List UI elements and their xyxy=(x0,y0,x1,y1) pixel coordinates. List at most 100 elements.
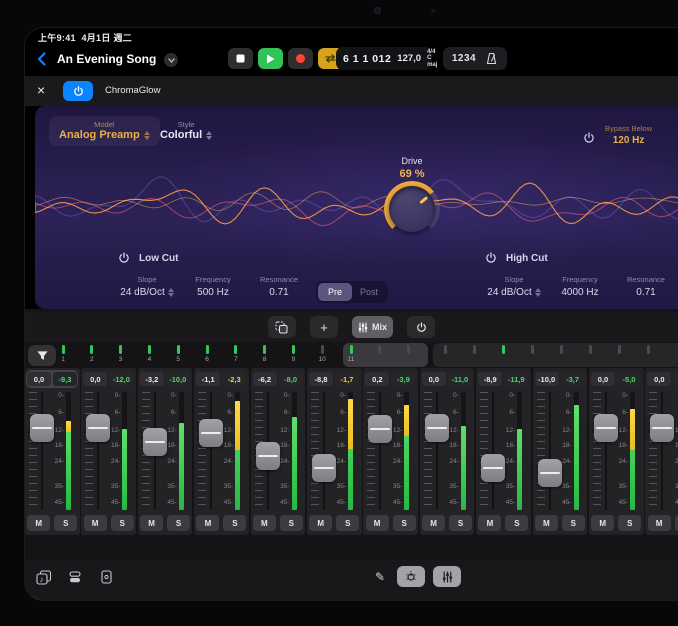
volume-value[interactable]: -3,2 xyxy=(140,372,164,386)
plugins-browser-icon[interactable] xyxy=(66,568,84,586)
song-title[interactable]: An Evening Song xyxy=(57,52,156,66)
bypass-power-icon[interactable] xyxy=(583,132,595,144)
solo-button[interactable]: S xyxy=(393,515,416,531)
loops-browser-icon[interactable]: ♪ xyxy=(35,568,53,586)
layers-button[interactable] xyxy=(268,316,296,338)
mute-button[interactable]: M xyxy=(591,515,614,531)
volume-value[interactable]: -8,9 xyxy=(478,372,502,386)
overview-tick[interactable]: 2 xyxy=(78,345,106,363)
back-button[interactable] xyxy=(33,51,49,67)
play-button[interactable] xyxy=(258,48,283,69)
fader-handle[interactable] xyxy=(481,454,505,482)
add-track-button[interactable]: + xyxy=(310,316,338,338)
low-cut-frequency[interactable]: Frequency 500 Hz xyxy=(184,275,242,298)
overview-tick[interactable]: 10 xyxy=(308,345,336,363)
mute-button[interactable]: M xyxy=(253,515,276,531)
volume-value[interactable]: 0,2 xyxy=(365,372,389,386)
overview-tick[interactable]: 5 xyxy=(164,345,192,363)
mix-button[interactable]: Mix xyxy=(352,316,393,338)
mute-button[interactable]: M xyxy=(140,515,163,531)
high-cut-slope[interactable]: Slope 24 dB/Oct xyxy=(485,275,543,298)
overview-tick[interactable] xyxy=(460,345,488,356)
overview-tick[interactable]: 7 xyxy=(222,345,250,363)
close-plugin-icon[interactable]: × xyxy=(37,82,45,98)
faders-view-button[interactable] xyxy=(433,566,461,587)
bypass-below-control[interactable]: Bypass Below 120 Hz xyxy=(605,124,652,146)
low-cut-power-icon[interactable] xyxy=(118,252,130,264)
high-cut-frequency[interactable]: Frequency 4000 Hz xyxy=(551,275,609,298)
solo-button[interactable]: S xyxy=(505,515,528,531)
mute-button[interactable]: M xyxy=(478,515,501,531)
level-control[interactable]: Level 0.0 xyxy=(665,124,678,146)
plugin-power-toggle[interactable] xyxy=(63,81,93,101)
fader-handle[interactable] xyxy=(199,419,223,447)
volume-value[interactable]: 0,0 xyxy=(422,372,446,386)
volume-value[interactable]: 0,0 xyxy=(83,372,107,386)
volume-value[interactable]: -6,2 xyxy=(253,372,277,386)
fader-handle[interactable] xyxy=(312,454,336,482)
style-selector[interactable]: Style Colorful xyxy=(160,120,212,141)
solo-button[interactable]: S xyxy=(562,515,585,531)
overview-tick[interactable]: 8 xyxy=(251,345,279,363)
mixer-power-button[interactable] xyxy=(407,316,435,338)
solo-button[interactable]: S xyxy=(336,515,359,531)
low-cut-resonance[interactable]: Resonance 0.71 xyxy=(250,275,308,298)
device-icon[interactable] xyxy=(97,568,115,586)
volume-value[interactable]: -1,1 xyxy=(196,372,220,386)
overview-tick[interactable] xyxy=(518,345,546,356)
volume-value[interactable]: 0,0 xyxy=(27,372,51,386)
solo-button[interactable]: S xyxy=(618,515,641,531)
drive-knob[interactable] xyxy=(389,186,435,232)
overview-tick[interactable]: 9 xyxy=(279,345,307,363)
post-button[interactable]: Post xyxy=(352,283,386,301)
solo-button[interactable]: S xyxy=(54,515,77,531)
solo-button[interactable]: S xyxy=(675,515,678,531)
fader-handle[interactable] xyxy=(256,442,280,470)
song-menu-chevron-icon[interactable] xyxy=(164,53,178,67)
overview-tick[interactable] xyxy=(605,345,633,356)
solo-button[interactable]: S xyxy=(449,515,472,531)
overview-tick[interactable]: 6 xyxy=(193,345,221,363)
fader-handle[interactable] xyxy=(594,414,618,442)
record-button[interactable] xyxy=(288,48,313,69)
model-selector[interactable]: Model Analog Preamp xyxy=(49,116,160,146)
overview-tick[interactable]: 1 xyxy=(49,345,77,363)
overview-tick[interactable]: 3 xyxy=(107,345,135,363)
controls-view-button[interactable] xyxy=(397,566,425,587)
overview-tick[interactable]: 11 xyxy=(337,345,365,363)
solo-button[interactable]: S xyxy=(167,515,190,531)
high-cut-power-icon[interactable] xyxy=(485,252,497,264)
mute-button[interactable]: M xyxy=(84,515,107,531)
overview-tick[interactable] xyxy=(576,345,604,356)
volume-value[interactable]: 0,0 xyxy=(647,372,671,386)
mute-button[interactable]: M xyxy=(422,515,445,531)
solo-button[interactable]: S xyxy=(223,515,246,531)
overview-tick[interactable] xyxy=(634,345,662,356)
fader-handle[interactable] xyxy=(143,428,167,456)
mute-button[interactable]: M xyxy=(309,515,332,531)
volume-value[interactable]: -10,0 xyxy=(535,372,559,386)
mute-button[interactable]: M xyxy=(366,515,389,531)
fader-handle[interactable] xyxy=(368,415,392,443)
fader-handle[interactable] xyxy=(30,414,54,442)
count-in-button[interactable]: 1234 xyxy=(452,53,476,64)
mute-button[interactable]: M xyxy=(196,515,219,531)
pre-button[interactable]: Pre xyxy=(318,283,352,301)
fader-handle[interactable] xyxy=(538,459,562,487)
overview-tick[interactable] xyxy=(395,345,423,356)
solo-button[interactable]: S xyxy=(111,515,134,531)
lcd-display[interactable]: 6 1 1 012 127,0 4/4 C maj MIDI xyxy=(336,47,432,70)
stop-button[interactable] xyxy=(228,48,253,69)
volume-value[interactable]: 0,0 xyxy=(591,372,615,386)
overview-tick[interactable] xyxy=(431,345,459,356)
mute-button[interactable]: M xyxy=(648,515,671,531)
overview-tick[interactable] xyxy=(489,345,517,356)
fader-handle[interactable] xyxy=(86,414,110,442)
high-cut-resonance[interactable]: Resonance 0.71 xyxy=(617,275,675,298)
solo-button[interactable]: S xyxy=(280,515,303,531)
volume-value[interactable]: -8,8 xyxy=(309,372,333,386)
overview-tick[interactable] xyxy=(547,345,575,356)
metronome-icon[interactable] xyxy=(485,52,498,65)
low-cut-slope[interactable]: Slope 24 dB/Oct xyxy=(118,275,176,298)
mute-button[interactable]: M xyxy=(27,515,50,531)
